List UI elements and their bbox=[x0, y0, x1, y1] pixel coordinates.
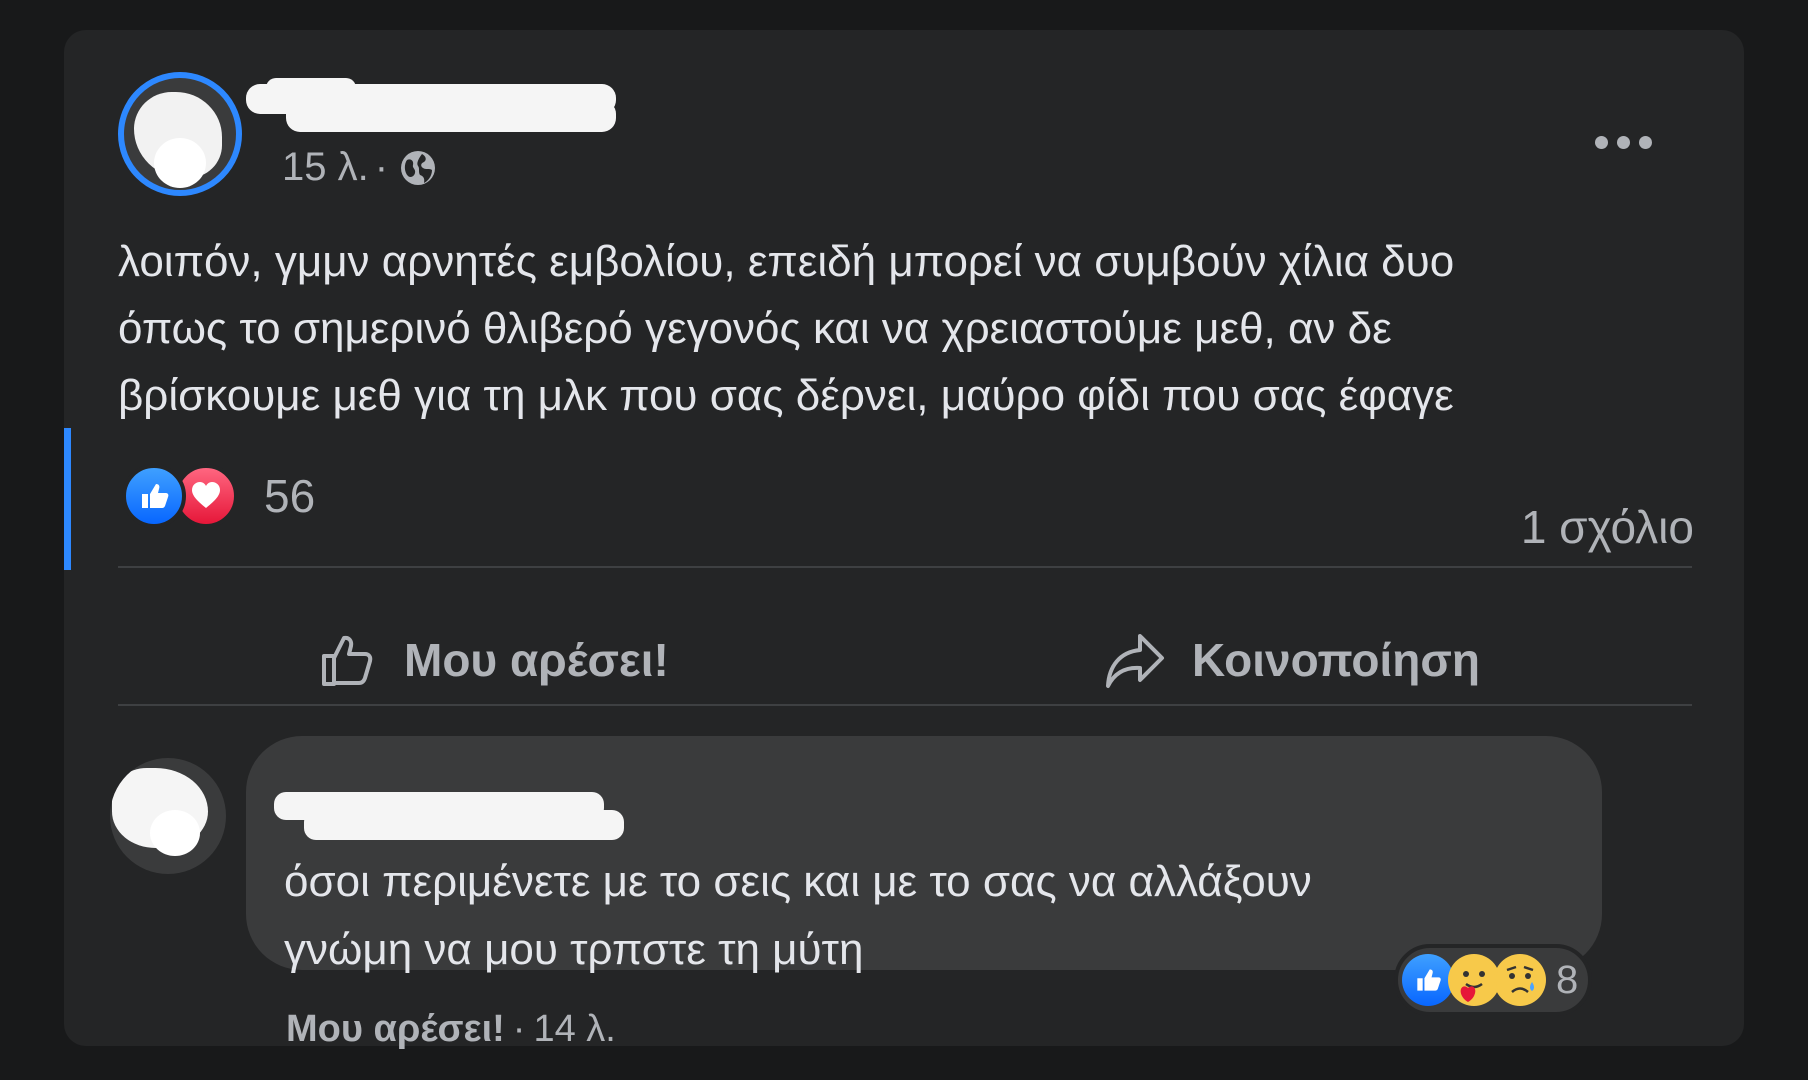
post-text-line: όπως το σημερινό θλιβερό γεγονός και να … bbox=[118, 304, 1392, 353]
post-card: 15 λ. · λοιπόν, γμμν αρνητές εμβολίου, ε… bbox=[64, 30, 1744, 1050]
comment-like-link[interactable]: Μου αρέσει! bbox=[286, 1008, 505, 1051]
care-reaction-icon bbox=[1448, 954, 1500, 1006]
reaction-count: 56 bbox=[264, 470, 316, 522]
author-avatar[interactable] bbox=[118, 72, 242, 196]
post-time[interactable]: 15 λ. bbox=[282, 145, 369, 190]
comment-text-line: γνώμη να μου τρπστε τη μύτη bbox=[284, 925, 864, 974]
share-button[interactable]: Κοινοποίηση bbox=[1104, 630, 1480, 690]
post-text-line: βρίσκουμε μεθ για τη μλκ που σας δέρνει,… bbox=[118, 371, 1454, 420]
post-reactions[interactable]: 56 bbox=[122, 464, 315, 528]
like-button[interactable]: Μου αρέσει! bbox=[318, 630, 669, 690]
meta-separator: · bbox=[374, 145, 389, 189]
share-icon bbox=[1106, 634, 1164, 688]
post-text: λοιπόν, γμμν αρνητές εμβολίου, επειδή μπ… bbox=[118, 228, 1738, 429]
share-button-label: Κοινοποίηση bbox=[1192, 634, 1480, 686]
comment-reactions[interactable]: 8 bbox=[1394, 944, 1592, 1016]
globe-icon[interactable] bbox=[398, 148, 438, 188]
post-text-line: λοιπόν, γμμν αρνητές εμβολίου, επειδή μπ… bbox=[118, 237, 1455, 286]
divider bbox=[118, 704, 1692, 706]
comment-text: όσοι περιμένετε με το σεις και με το σας… bbox=[284, 848, 1312, 984]
divider bbox=[118, 566, 1692, 568]
comment-text-line: όσοι περιμένετε με το σεις και με το σας… bbox=[284, 857, 1312, 906]
thumbs-up-icon bbox=[322, 635, 373, 686]
like-reaction-icon bbox=[122, 464, 186, 528]
like-reaction-icon bbox=[1402, 954, 1454, 1006]
more-options-icon[interactable] bbox=[1588, 124, 1658, 160]
comment-time[interactable]: 14 λ. bbox=[533, 1008, 615, 1051]
sad-reaction-icon bbox=[1494, 954, 1546, 1006]
focus-indicator bbox=[64, 428, 71, 570]
comment-footer: Μου αρέσει! · 14 λ. bbox=[286, 1008, 616, 1051]
commenter-avatar[interactable] bbox=[110, 758, 226, 874]
comment-reaction-count: 8 bbox=[1556, 957, 1579, 1002]
comments-count[interactable]: 1 σχόλιο bbox=[1521, 500, 1694, 554]
post-meta: 15 λ. · bbox=[282, 145, 438, 190]
footer-separator: · bbox=[512, 1008, 526, 1050]
like-button-label: Μου αρέσει! bbox=[404, 634, 669, 686]
